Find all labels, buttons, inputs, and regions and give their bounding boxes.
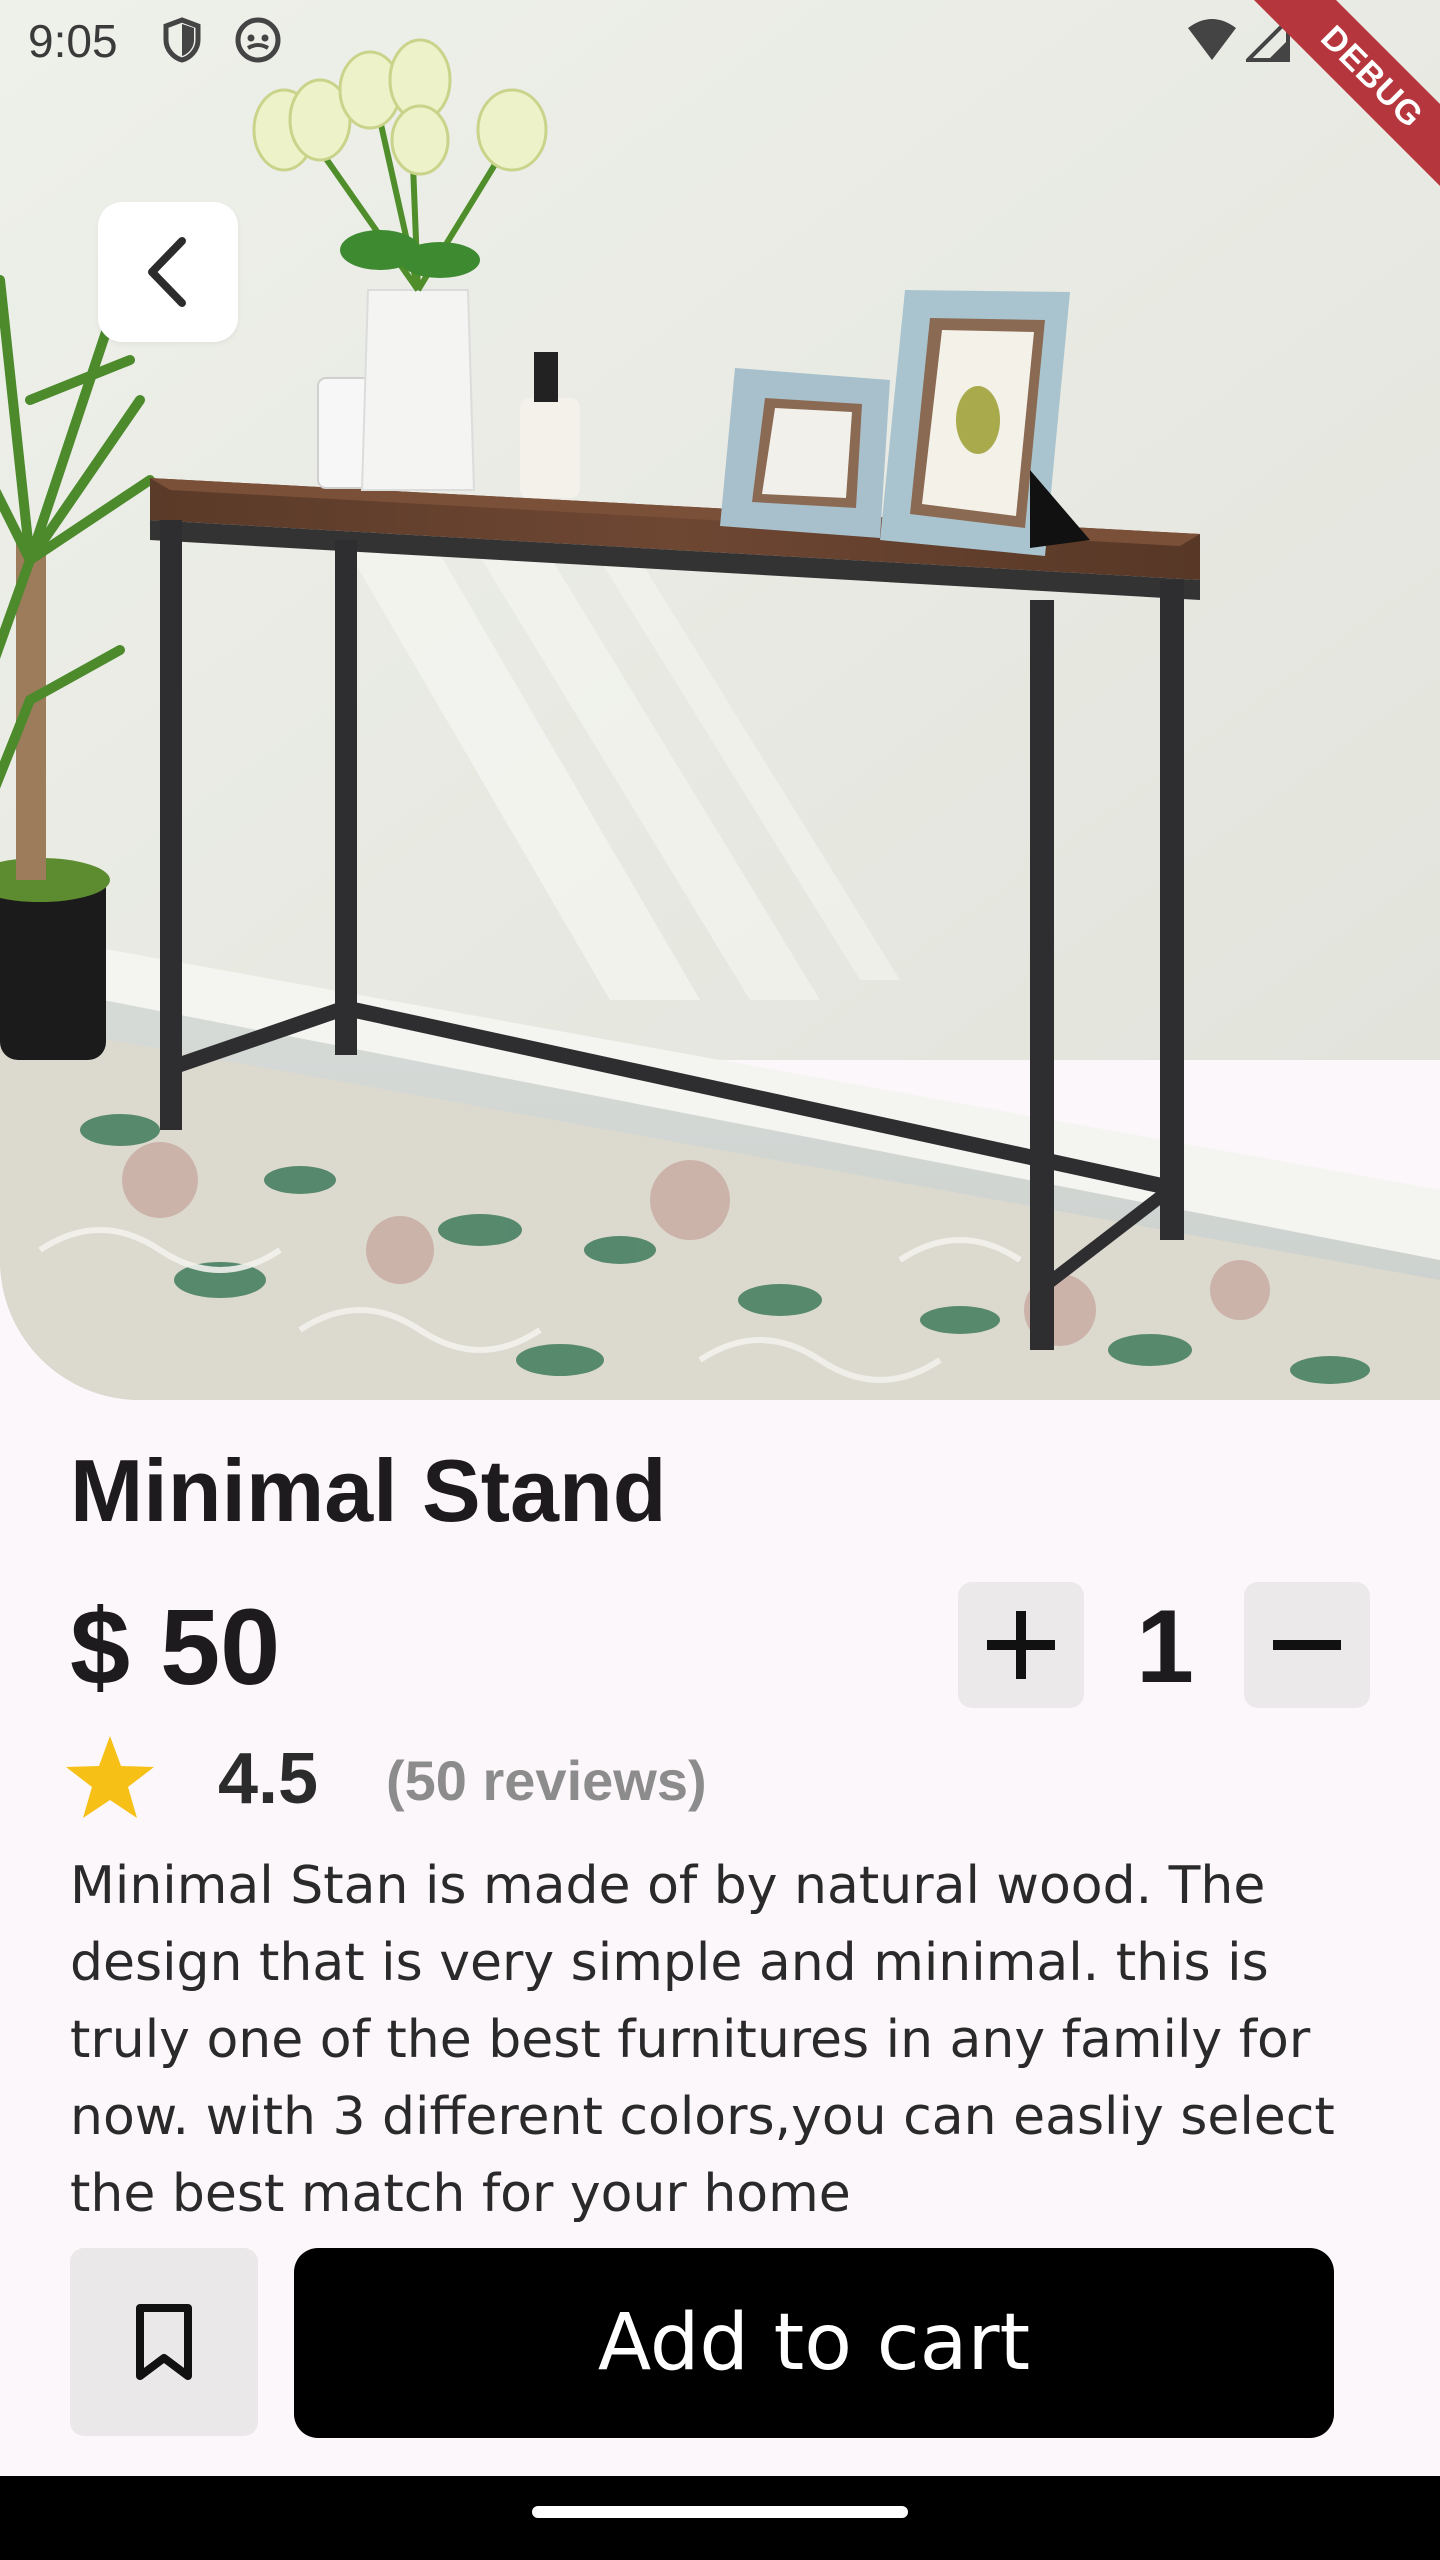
chevron-left-icon <box>148 237 186 307</box>
review-count[interactable]: (50 reviews) <box>386 1748 707 1813</box>
wifi-icon <box>1186 18 1238 67</box>
product-price: $ 50 <box>70 1586 281 1707</box>
rating-value: 4.5 <box>218 1739 319 1819</box>
android-icon <box>234 16 282 69</box>
system-nav-bar <box>0 2476 1440 2560</box>
home-indicator[interactable] <box>532 2506 908 2518</box>
back-button[interactable] <box>98 202 238 342</box>
debug-banner: DEBUG <box>1240 0 1440 200</box>
bookmark-button[interactable] <box>70 2248 258 2436</box>
increment-quantity-button[interactable] <box>958 1582 1084 1708</box>
star-icon <box>66 1736 154 1818</box>
plus-icon <box>987 1611 1055 1679</box>
status-bar: 9:05 <box>0 0 1440 84</box>
add-to-cart-label: Add to cart <box>597 2298 1031 2388</box>
add-to-cart-button[interactable]: Add to cart <box>294 2248 1334 2438</box>
quantity-value: 1 <box>1136 1589 1194 1705</box>
minus-icon <box>1273 1640 1341 1650</box>
decrement-quantity-button[interactable] <box>1244 1582 1370 1708</box>
status-time: 9:05 <box>28 15 118 67</box>
shield-icon <box>160 16 204 69</box>
debug-label: DEBUG <box>1240 0 1440 200</box>
product-title: Minimal Stand <box>70 1441 667 1540</box>
rating-row: 4.5 (50 reviews) <box>64 1734 964 1824</box>
bookmark-icon <box>136 2304 192 2380</box>
product-description: Minimal Stan is made of by natural wood.… <box>70 1856 1335 2224</box>
